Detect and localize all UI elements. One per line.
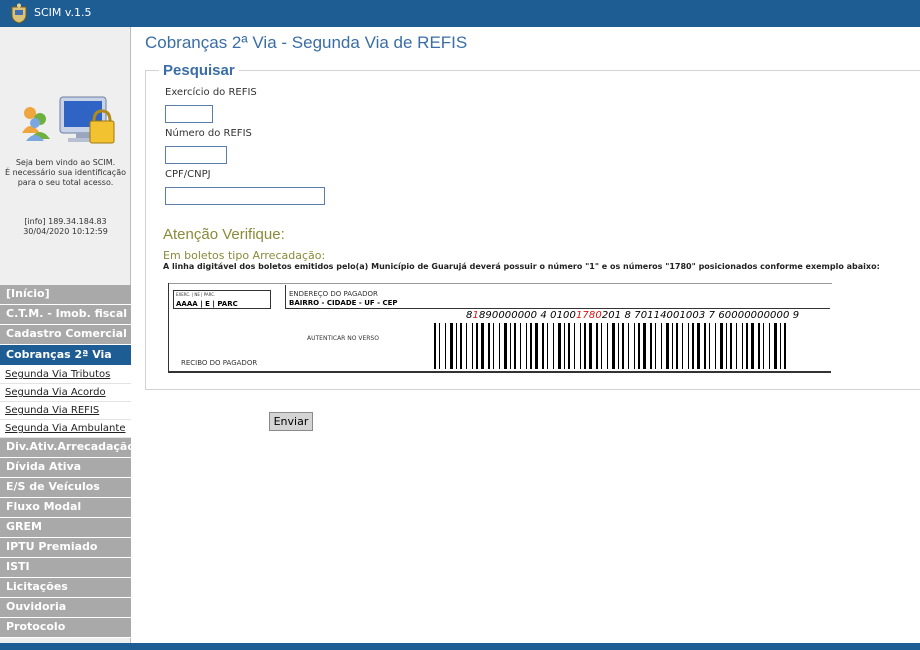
coat-of-arms-icon — [11, 3, 27, 24]
digitable-highlight-1780: 1780 — [575, 310, 602, 321]
boleto-pagador-box: ENDEREÇO DO PAGADOR BAIRRO - CIDADE - UF… — [285, 285, 830, 309]
digitable-middle: 890000000 4 0100 — [478, 310, 576, 321]
menu-item-isti[interactable]: ISTI — [0, 558, 131, 578]
session-info: [info] 189.34.184.83 30/04/2020 10:12:59 — [23, 217, 108, 236]
boleto-bairro: BAIRRO - CIDADE - UF - CEP — [289, 299, 398, 307]
cpf-cnpj-input[interactable] — [165, 187, 325, 205]
boleto-example: EXERC. | NE | PARC. AAAA | E | PARC ENDE… — [168, 283, 832, 373]
search-legend: Pesquisar — [159, 62, 239, 79]
arrecadacao-label: Em boletos tipo Arrecadação: — [163, 249, 326, 262]
menu-item-cobrancas-2a-via[interactable]: Cobranças 2ª Via — [0, 345, 131, 366]
submenu-item-segunda-via-acordo[interactable]: Segunda Via Acordo — [0, 384, 131, 402]
send-button[interactable]: Enviar — [269, 412, 313, 431]
menu-item-cadastro-comercial[interactable]: Cadastro Comercial — [0, 325, 131, 345]
barcode-image — [434, 323, 786, 369]
boleto-exercicio-caption: EXERC. | NE | PARC. — [176, 292, 216, 297]
menu-item-fluxo-modal[interactable]: Fluxo Modal — [0, 498, 131, 518]
digitable-suffix: 201 8 70114001003 7 60000000000 9 — [601, 310, 800, 321]
menu-item-inicio[interactable]: [Início] — [0, 285, 131, 305]
welcome-panel: Seja bem vindo ao SCIM. É necessário sua… — [0, 27, 131, 285]
numero-refis-label: Número do REFIS — [165, 128, 252, 139]
menu-item-es-de-veiculos[interactable]: E/S de Veículos — [0, 478, 131, 498]
submenu-item-segunda-via-ambulante[interactable]: Segunda Via Ambulante — [0, 420, 131, 438]
page-title: Cobranças 2ª Via - Segunda Via de REFIS — [145, 33, 468, 52]
boleto-endereco: ENDEREÇO DO PAGADOR — [289, 290, 378, 298]
submenu-item-segunda-via-tributos[interactable]: Segunda Via Tributos — [0, 366, 131, 384]
welcome-message: Seja bem vindo ao SCIM. É necessário sua… — [5, 158, 126, 187]
boleto-recibo: RECIBO DO PAGADOR — [181, 359, 258, 367]
menu-item-divida-ativa[interactable]: Dívida Ativa — [0, 458, 131, 478]
menu-item-licitacoes[interactable]: Licitações — [0, 578, 131, 598]
boleto-top-border — [169, 283, 832, 284]
app-title: SCIM v.1.5 — [34, 6, 92, 19]
submenu-item-segunda-via-refis[interactable]: Segunda Via REFIS — [0, 402, 131, 420]
computer-users-lock-icon — [22, 96, 115, 144]
menu-item-div-ativ-arrecadacao[interactable]: Div.Ativ.Arrecadação — [0, 438, 131, 458]
menu-item-ouvidoria[interactable]: Ouvidoria — [0, 598, 131, 618]
boleto-exercicio-value: AAAA | E | PARC — [176, 300, 238, 308]
boleto-exercicio-box: EXERC. | NE | PARC. AAAA | E | PARC — [173, 290, 271, 309]
top-bar: SCIM v.1.5 — [0, 0, 920, 27]
menu-item-grem[interactable]: GREM — [0, 518, 131, 538]
menu-item-protocolo[interactable]: Protocolo — [0, 618, 131, 638]
menu-item-iptu-premiado[interactable]: IPTU Premiado — [0, 538, 131, 558]
bottom-bar — [0, 643, 920, 650]
sidebar: Seja bem vindo ao SCIM. É necessário sua… — [0, 27, 131, 650]
cpf-cnpj-label: CPF/CNPJ — [165, 169, 211, 180]
attention-heading: Atenção Verifique: — [163, 226, 285, 243]
menu-item-ctm-imob-fiscal[interactable]: C.T.M. - Imob. fiscal — [0, 305, 131, 325]
numero-refis-input[interactable] — [165, 146, 227, 164]
boleto-autenticar: AUTENTICAR NO VERSO — [307, 335, 379, 342]
boleto-digitable-line: 81890000000 4 01001780201 8 70114001003 … — [466, 310, 799, 321]
main-content: Cobranças 2ª Via - Segunda Via de REFIS … — [132, 27, 920, 643]
main-menu: [Início] C.T.M. - Imob. fiscal Cadastro … — [0, 285, 131, 638]
digitable-line-note: A linha digitável dos boletos emitidos p… — [163, 262, 880, 271]
exercicio-refis-input[interactable] — [165, 105, 213, 123]
exercicio-refis-label: Exercício do REFIS — [165, 87, 257, 98]
